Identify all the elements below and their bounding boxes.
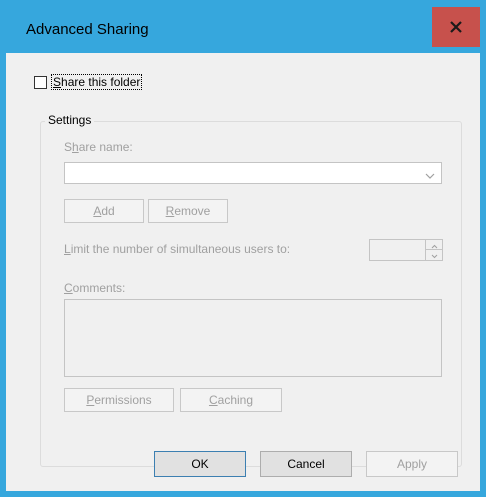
permissions-button[interactable]: Permissions — [64, 388, 174, 412]
remove-button[interactable]: Remove — [148, 199, 228, 223]
share-name-label: Share name: — [64, 140, 133, 154]
window-title: Advanced Sharing — [26, 21, 149, 38]
close-button[interactable] — [432, 7, 480, 47]
share-this-folder-label[interactable]: Share this folder — [51, 74, 143, 90]
share-this-folder-checkbox[interactable]: Share this folder — [34, 74, 143, 90]
spin-buttons[interactable] — [425, 240, 442, 260]
share-name-combobox[interactable] — [64, 162, 442, 184]
advanced-sharing-dialog: Advanced Sharing Share this folder Setti… — [0, 0, 486, 497]
comments-label: Comments: — [64, 281, 126, 295]
cancel-button[interactable]: Cancel — [260, 451, 352, 477]
spin-down-button[interactable] — [426, 250, 442, 260]
settings-group-title: Settings — [45, 113, 95, 127]
comments-textarea[interactable] — [64, 299, 442, 377]
title-bar[interactable]: Advanced Sharing — [6, 7, 480, 53]
close-icon — [450, 21, 462, 33]
add-button[interactable]: Add — [64, 199, 144, 223]
checkbox-box[interactable] — [34, 75, 47, 89]
chevron-down-icon — [431, 248, 438, 262]
dialog-body: Share this folder Settings Share name: A… — [6, 53, 480, 491]
apply-button[interactable]: Apply — [366, 451, 458, 477]
limit-users-label: Limit the number of simultaneous users t… — [64, 242, 291, 256]
chevron-down-icon[interactable] — [425, 169, 435, 183]
ok-button[interactable]: OK — [154, 451, 246, 477]
user-limit-spinner[interactable] — [369, 239, 443, 261]
caching-button[interactable]: Caching — [180, 388, 282, 412]
